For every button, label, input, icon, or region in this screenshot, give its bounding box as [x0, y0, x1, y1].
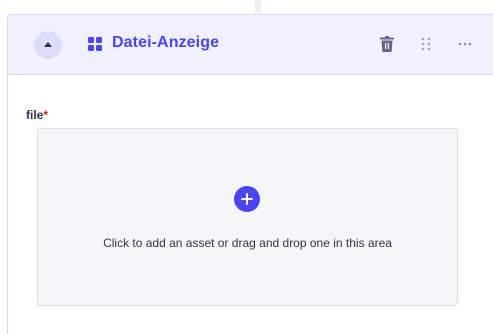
trash-icon[interactable] [380, 36, 394, 52]
top-connector [255, 0, 261, 14]
asset-dropzone[interactable]: Click to add an asset or drag and drop o… [37, 128, 458, 306]
grid-icon [88, 37, 102, 51]
plus-circle-icon [241, 193, 253, 205]
add-asset-button[interactable] [234, 186, 260, 212]
editor-frame: Datei-Anzeige file* Click to add an asse… [0, 0, 493, 334]
drag-handle-icon[interactable] [421, 37, 431, 51]
dropzone-hint: Click to add an asset or drag and drop o… [103, 236, 392, 250]
required-indicator: * [43, 108, 49, 122]
file-field-label: file* [26, 108, 48, 122]
collapse-button[interactable] [34, 31, 62, 59]
more-icon[interactable] [458, 42, 472, 46]
file-label-text: file [26, 108, 44, 122]
component-header[interactable]: Datei-Anzeige [8, 15, 493, 75]
chevron-up-icon [44, 42, 52, 47]
component-title: Datei-Anzeige [112, 34, 220, 51]
